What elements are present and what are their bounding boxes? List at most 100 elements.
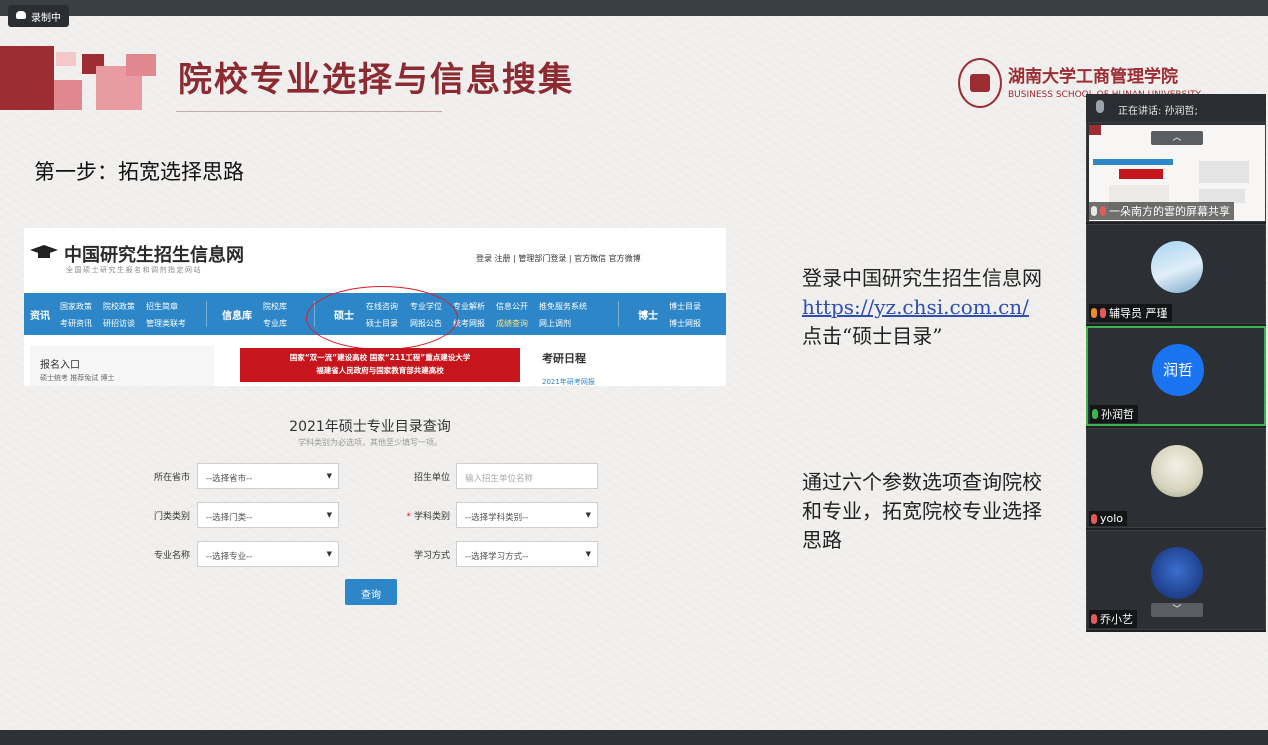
catalog-query-form: 2021年硕士专业目录查询 学科类别为必选项，其他至少填写一项。 所在省市 --… [140, 404, 600, 614]
major-value: --选择专业-- [206, 552, 253, 562]
province-value: --选择省市-- [206, 474, 253, 484]
slide-decoration [54, 80, 82, 110]
nav-link: 成绩查询 [496, 319, 528, 328]
desc-line: 和专业，拓宽院校专业选择 [802, 499, 1042, 523]
kaoyan-sub: 2021年研考网报 [542, 378, 595, 386]
participant-tile-share[interactable]: ︿ 一朵南方的雲的屏幕共享 [1086, 122, 1266, 222]
nav-link: 专业解析 [453, 302, 485, 311]
nav-link: 考研资讯 [60, 319, 92, 328]
avatar: 润哲 [1152, 344, 1204, 396]
avatar [1151, 547, 1203, 599]
website-header: 中国研究生招生信息网 全国硕士研究生报名和调剂指定网站 登录 注册 | 管理部门… [24, 228, 726, 290]
province-select[interactable]: --选择省市-- ▼ [197, 463, 339, 489]
category-label: 门类类别 [153, 512, 190, 522]
university-seal-icon [958, 58, 1002, 108]
mic-muted-icon [1091, 614, 1097, 624]
banner-line: 国家“双一流”建设高校 国家“211工程”重点建设大学 [289, 353, 471, 362]
nav-link: 推免服务系统 [539, 302, 587, 311]
major-label: 专业名称 [153, 551, 190, 561]
mic-active-icon [1092, 409, 1098, 419]
step-heading: 第一步：拓宽选择思路 [34, 160, 244, 184]
logo-chinese: 湖南大学工商管理学院 [1008, 67, 1178, 87]
description-step1: 登录中国研究生招生信息网 https://yz.chsi.com.cn/ 点击“… [802, 264, 1042, 351]
form-hint: 学科类别为必选项，其他至少填写一项。 [298, 438, 442, 447]
mic-muted-icon [1100, 308, 1106, 318]
mode-value: --选择学习方式-- [465, 552, 529, 562]
unit-input[interactable]: 输入招生单位名称 [456, 463, 598, 489]
participant-name: yolo [1089, 511, 1128, 526]
subject-label-text: 学科类别 [413, 512, 450, 522]
entry-title: 报名入口 [40, 360, 80, 371]
speaking-label: 正在讲话: 孙润哲; [1118, 106, 1198, 117]
mic-muted-icon [1100, 206, 1106, 216]
description-step2: 通过六个参数选项查询院校 和专业，拓宽院校专业选择 思路 [802, 468, 1042, 555]
participant-tile[interactable]: ﹀ 乔小艺 [1086, 530, 1266, 630]
recording-label: 录制中 [31, 13, 61, 24]
mode-select[interactable]: --选择学习方式-- ▼ [456, 541, 598, 567]
nav-xinxiku: 信息库 [222, 311, 252, 322]
chevron-down-icon: ▼ [585, 511, 591, 519]
nav-link: 招生简章 [146, 302, 178, 311]
participant-tile[interactable]: 辅导员 严瑾 [1086, 224, 1266, 324]
desc-line: 点击“硕士目录” [802, 324, 943, 348]
participant-tile-active[interactable]: 润哲 孙润哲 [1086, 326, 1266, 426]
mic-muted-icon [1091, 513, 1097, 524]
host-icon [1091, 308, 1097, 318]
cloud-icon [16, 11, 26, 19]
graduation-cap-icon [30, 245, 58, 258]
subject-value: --选择学科类别-- [465, 513, 529, 523]
mic-icon [1096, 100, 1104, 113]
recording-badge[interactable]: 录制中 [8, 5, 69, 27]
nav-zixun: 资讯 [30, 311, 50, 322]
nav-divider [618, 301, 619, 327]
subject-select[interactable]: --选择学科类别-- ▼ [456, 502, 598, 528]
nav-link: 研招访谈 [103, 319, 135, 328]
participant-tile[interactable]: yolo [1086, 428, 1266, 528]
banner-line: 福建省人民政府与国家教育部共建高校 [316, 366, 444, 375]
participant-name: 辅导员 严瑾 [1089, 304, 1172, 322]
participant-name: 乔小艺 [1089, 610, 1137, 628]
scroll-down-button[interactable]: ﹀ [1151, 603, 1203, 617]
query-button[interactable]: 查询 [345, 579, 397, 605]
required-mark: * [406, 512, 411, 522]
screen-share-icon [1091, 206, 1097, 216]
province-label: 所在省市 [153, 473, 190, 483]
chevron-down-icon: ▼ [326, 472, 332, 480]
presentation-slide: 院校专业选择与信息搜集 湖南大学工商管理学院 BUSINESS SCHOOL O… [0, 16, 1268, 730]
participant-name-text: 一朵南方的雲的屏幕共享 [1109, 205, 1230, 218]
category-select[interactable]: --选择门类-- ▼ [197, 502, 339, 528]
participant-name: 孙润哲 [1090, 405, 1138, 423]
nav-link: 信息公开 [496, 302, 528, 311]
nav-link: 网上调剂 [539, 319, 571, 328]
nav-link: 专业库 [263, 319, 287, 328]
nav-link: 院校库 [263, 302, 287, 311]
scroll-up-button[interactable]: ︿ [1151, 131, 1203, 145]
avatar [1151, 241, 1203, 293]
unit-label: 招生单位 [413, 473, 450, 483]
slide-decoration [0, 46, 54, 110]
category-value: --选择门类-- [206, 513, 253, 523]
highlight-circle [306, 286, 458, 350]
desc-line: 通过六个参数选项查询院校 [802, 470, 1042, 494]
nav-link: 博士目录 [669, 302, 701, 311]
major-select[interactable]: --选择专业-- ▼ [197, 541, 339, 567]
speaking-indicator: 正在讲话: 孙润哲; [1086, 94, 1266, 122]
unit-placeholder: 输入招生单位名称 [465, 474, 534, 484]
kaoyan-title: 考研日程 [542, 352, 586, 365]
participant-name: 一朵南方的雲的屏幕共享 [1089, 202, 1234, 220]
avatar [1151, 445, 1203, 497]
participant-name-text: yolo [1100, 512, 1124, 525]
nav-divider [206, 301, 207, 327]
site-url-link[interactable]: https://yz.chsi.com.cn/ [802, 293, 1042, 322]
university-banner: 国家“双一流”建设高校 国家“211工程”重点建设大学 福建省人民政府与国家教育… [240, 348, 520, 382]
entry-links: 硕士统考 推荐免试 博士 [40, 374, 115, 382]
site-name: 中国研究生招生信息网 [64, 245, 244, 266]
mode-label: 学习方式 [413, 551, 450, 561]
desc-line: 登录中国研究生招生信息网 [802, 266, 1042, 290]
title-underline [176, 111, 442, 112]
entry-box: 报名入口 硕士统考 推荐免试 博士 [30, 346, 214, 386]
nav-link: 院校政策 [103, 302, 135, 311]
website-screenshot: 中国研究生招生信息网 全国硕士研究生报名和调剂指定网站 登录 注册 | 管理部门… [24, 228, 726, 386]
participant-name-text: 乔小艺 [1100, 613, 1133, 626]
nav-boshi: 博士 [638, 311, 658, 322]
